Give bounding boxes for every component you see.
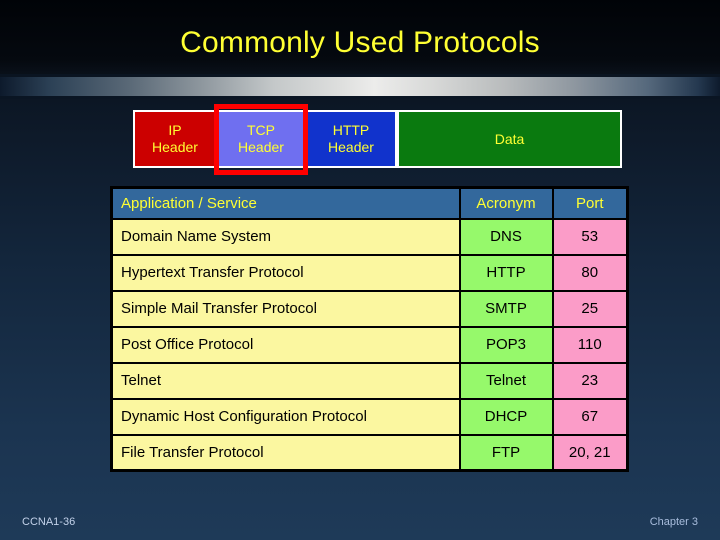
cell-application-service: Post Office Protocol: [110, 325, 461, 364]
packet-segment-data-line1: Data: [494, 130, 525, 147]
cell-application-service: Simple Mail Transfer Protocol: [110, 289, 461, 328]
cell-acronym: DHCP: [458, 397, 554, 436]
packet-segment-data: Data: [397, 110, 622, 168]
footer-course-label: CCNA1-36: [22, 516, 76, 528]
packet-segment-tcp-header-line1: TCP: [247, 122, 275, 138]
cell-acronym: Telnet: [458, 361, 554, 400]
cell-port: 67: [551, 397, 629, 436]
table-row: File Transfer Protocol FTP 20, 21: [110, 433, 629, 472]
cell-application-service: Telnet: [110, 361, 461, 400]
cell-application-service: Dynamic Host Configuration Protocol: [110, 397, 461, 436]
table-row: Telnet Telnet 23: [110, 361, 629, 400]
column-header-application-service: Application / Service: [110, 186, 461, 220]
slide-canvas: Commonly Used Protocols IP Header TCP He…: [0, 0, 720, 540]
cell-acronym: DNS: [458, 217, 554, 256]
packet-diagram: IP Header TCP Header HTTP Header Data: [133, 110, 622, 168]
column-header-acronym: Acronym: [458, 186, 554, 220]
packet-segment-tcp-header: TCP Header: [217, 110, 305, 168]
page-title: Commonly Used Protocols: [180, 26, 540, 59]
protocols-table: Application / Service Acronym Port Domai…: [110, 186, 629, 472]
cell-port: 25: [551, 289, 629, 328]
cell-acronym: SMTP: [458, 289, 554, 328]
packet-segment-http-header: HTTP Header: [305, 110, 397, 168]
packet-segment-ip-header: IP Header: [133, 110, 217, 168]
cell-port: 53: [551, 217, 629, 256]
packet-segment-http-header-line2: Header: [328, 139, 374, 155]
title-divider-band: [0, 77, 720, 96]
table-row: Domain Name System DNS 53: [110, 217, 629, 256]
cell-acronym: HTTP: [458, 253, 554, 292]
cell-port: 110: [551, 325, 629, 364]
table-row: Hypertext Transfer Protocol HTTP 80: [110, 253, 629, 292]
column-header-port: Port: [551, 186, 629, 220]
packet-segment-ip-header-line2: Header: [152, 139, 198, 155]
cell-application-service: Domain Name System: [110, 217, 461, 256]
packet-segment-http-header-line1: HTTP: [332, 122, 370, 138]
cell-application-service: File Transfer Protocol: [110, 433, 461, 472]
cell-application-service: Hypertext Transfer Protocol: [110, 253, 461, 292]
cell-port: 23: [551, 361, 629, 400]
table-row: Simple Mail Transfer Protocol SMTP 25: [110, 289, 629, 328]
packet-segment-tcp-header-line2: Header: [238, 139, 284, 155]
footer-chapter-label: Chapter 3: [649, 516, 698, 528]
title-divider-bottom: [0, 96, 720, 99]
table-header-row: Application / Service Acronym Port: [110, 186, 629, 220]
cell-port: 80: [551, 253, 629, 292]
cell-acronym: FTP: [458, 433, 554, 472]
packet-segment-ip-header-line1: IP: [168, 122, 182, 138]
cell-acronym: POP3: [458, 325, 554, 364]
table-row: Post Office Protocol POP3 110: [110, 325, 629, 364]
table-row: Dynamic Host Configuration Protocol DHCP…: [110, 397, 629, 436]
cell-port: 20, 21: [551, 433, 629, 472]
